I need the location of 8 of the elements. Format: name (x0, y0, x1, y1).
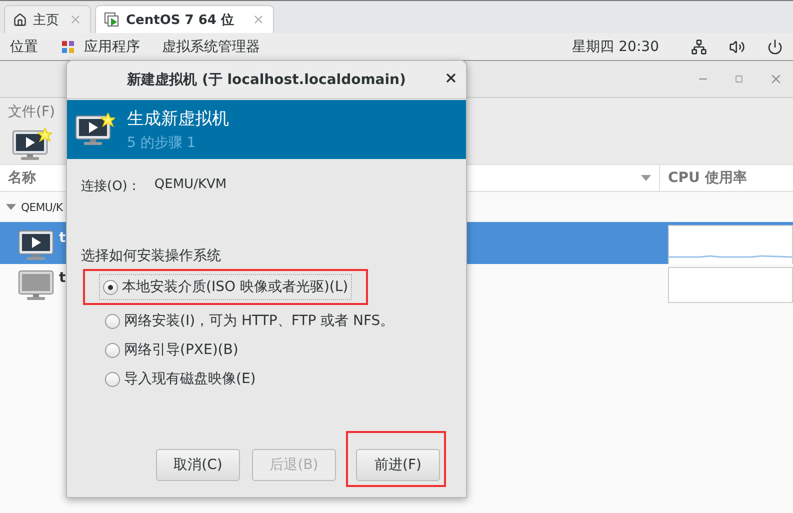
connection-value: QEMU/KVM (154, 177, 227, 194)
dialog-title: 新建虚拟机 (于 localhost.localdomain) (127, 70, 406, 88)
step-indicator: 5 的步骤 1 (127, 134, 197, 152)
install-prompt: 选择如何安装操作系统 (81, 247, 222, 265)
connection-label: 连接(O)： (81, 178, 140, 195)
vm-name: t (59, 270, 66, 286)
banner-heading: 生成新虚拟机 (127, 108, 229, 130)
vm-name: t (59, 230, 66, 246)
